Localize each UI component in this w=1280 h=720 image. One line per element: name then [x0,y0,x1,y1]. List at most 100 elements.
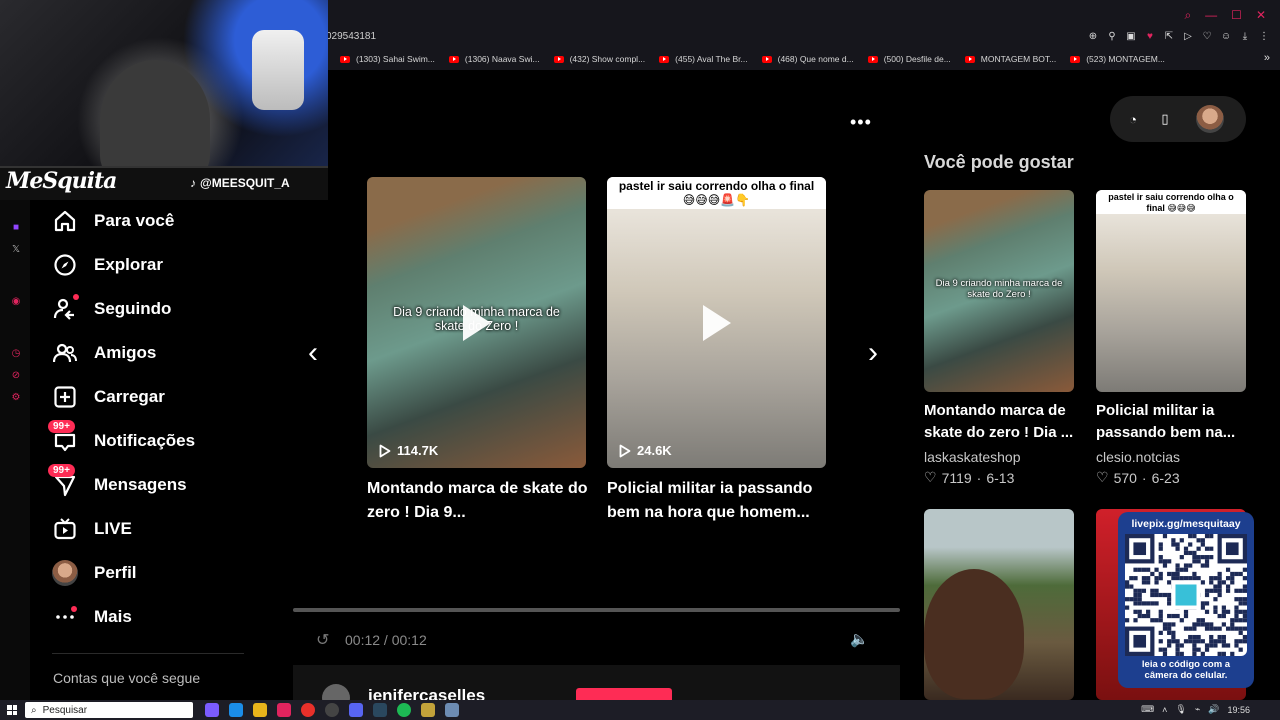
minimize-icon[interactable]: — [1205,8,1217,23]
divider [52,653,244,654]
recommendation-title[interactable]: Montando marca de skate do zero ! Dia ..… [924,400,1084,444]
share-icon[interactable]: ⇱ [1163,30,1175,42]
obs-icon[interactable] [325,703,339,717]
youtube-icon [659,55,670,63]
video-title[interactable]: Montando marca de skate do zero ! Dia 9.… [367,477,589,525]
sidebar-item-mensagens[interactable]: 99+ Mensagens [48,464,187,499]
bookmark[interactable]: (1306) Naava Swi... [448,54,540,64]
youtube-icon [448,55,459,63]
view-count: 24.6K [619,443,672,458]
taskbar-search[interactable]: ⌕ Pesquisar [25,702,193,718]
tiktok-icon[interactable]: ◔ [1124,110,1142,128]
pin-icon[interactable]: ⚲ [1106,30,1118,42]
app-icon[interactable] [445,703,459,717]
bookmark[interactable]: (500) Desfile de... [867,54,951,64]
discord-icon[interactable] [349,703,363,717]
play-icon[interactable] [702,304,731,341]
twitch-icon[interactable]: ■ [10,222,22,234]
following-accounts-header: Contas que você segue [53,670,201,686]
sidebar-item-notificacoes[interactable]: 99+ Notificações [48,420,195,455]
bookmark[interactable]: MONTAGEM BOT... [964,54,1056,64]
app-icon[interactable] [421,703,435,717]
bookmark[interactable]: (468) Que nome d... [761,54,854,64]
download-icon[interactable]: ⤓ [1239,30,1251,42]
close-icon[interactable]: ✕ [1256,8,1266,23]
more-icon [52,604,78,630]
record-icon[interactable]: ◉ [10,296,22,308]
sidebar-item-seguindo[interactable]: Seguindo [52,294,171,323]
recommendation-thumbnail[interactable] [924,509,1074,700]
heart-icon: ♡ [924,469,937,485]
sidebar-item-carregar[interactable]: Carregar [52,383,165,411]
recommendation-thumbnail[interactable]: pastel ir saiu correndo olha o final 😅😅😅 [1096,190,1246,392]
sidebar-item-explorar[interactable]: Explorar [52,251,163,279]
bookmark[interactable]: (523) MONTAGEM... [1070,54,1165,64]
compass-icon [52,252,78,278]
qr-url: livepix.gg/mesquitaay [1131,518,1241,530]
sidebar-item-live[interactable]: LIVE [52,515,132,543]
x-icon[interactable]: 𝕏 [10,244,22,256]
replay-icon[interactable]: ↺ [316,630,329,650]
recommendation-thumbnail[interactable]: Dia 9 criando minha marca de skate do Ze… [924,190,1074,392]
maximize-icon[interactable]: ☐ [1231,8,1242,23]
sidebar-item-perfil[interactable]: Perfil [52,559,137,587]
sidebar-item-amigos[interactable]: Amigos [52,339,156,367]
video-card[interactable]: pastel ir saiu correndo olha o final 😅😅😅… [607,177,826,468]
steam-icon[interactable] [373,703,387,717]
play-icon[interactable] [462,304,491,341]
volume-icon[interactable]: 🔊 [1208,704,1219,715]
playback-time: 00:12 / 00:12 [345,632,427,648]
clock-icon[interactable]: ◷ [10,348,22,360]
play-icon[interactable]: ▷ [1182,30,1194,42]
notification-dot [73,294,79,300]
notification-dot [71,606,77,612]
sidebar: Para você Explorar Seguindo Amigos Carre… [30,200,292,700]
spotify-icon[interactable] [397,703,411,717]
recommendation-author[interactable]: clesio.notcias [1096,449,1180,465]
chevron-left-icon[interactable]: ‹ [308,336,318,370]
live-icon [52,516,78,542]
bookmark[interactable]: (432) Show compl... [553,54,645,64]
volume-icon[interactable]: 🔈 [850,630,869,648]
bookmark[interactable]: (455) Aval The Br... [659,54,748,64]
chevron-up-icon[interactable]: ˄ [1162,705,1167,715]
snapshot-icon[interactable]: ▣ [1125,30,1137,42]
bookmark[interactable]: (1303) Sahai Swim... [340,54,435,64]
browser-icon[interactable] [277,703,291,717]
folder-icon[interactable] [253,703,267,717]
search-icon: ⌕ [31,704,37,716]
chevron-right-icon[interactable]: › [868,336,878,370]
home-icon [52,208,78,234]
link-icon[interactable]: ⊘ [10,370,22,382]
sidebar-item-mais[interactable]: Mais [52,603,132,631]
record-icon[interactable] [301,703,315,717]
sidebar-item-para-voce[interactable]: Para você [52,207,174,235]
video-card[interactable]: Dia 9 criando minha marca de skate do Ze… [367,177,586,468]
edge-icon[interactable] [229,703,243,717]
chevron-right-icon[interactable]: » [1264,52,1270,64]
zoom-icon[interactable]: ⊕ [1087,30,1099,42]
microphone-image [252,30,304,110]
mic-icon[interactable]: 🎙 [1175,704,1186,715]
account-icon[interactable]: ☺ [1220,30,1232,42]
heart-icon[interactable]: ♡ [1201,30,1213,42]
more-options-icon[interactable]: ••• [850,112,872,133]
shield-icon[interactable]: ♥ [1144,30,1156,42]
face-image [924,569,1024,699]
search-icon[interactable]: ⌕ [1184,8,1191,23]
keyboard-icon[interactable]: ⌨ [1141,704,1154,715]
window-controls: ⌕ — ☐ ✕ [1184,8,1266,23]
windows-start-icon[interactable] [7,705,17,715]
recommendation-title[interactable]: Policial militar ia passando bem na... [1096,400,1256,444]
network-icon[interactable]: ⌁ [1195,704,1200,715]
progress-bar[interactable] [293,608,900,612]
app-icon[interactable] [205,703,219,717]
video-title[interactable]: Policial militar ia passando bem na hora… [607,477,829,525]
url-fragment[interactable]: 029543181 [326,31,376,42]
gear-icon[interactable]: ⚙ [10,392,22,404]
menu-icon[interactable]: ⋮ [1258,30,1270,42]
avatar[interactable] [1196,105,1224,133]
video-overlay-text: pastel ir saiu correndo olha o final 😅😅😅… [607,177,826,209]
phone-icon[interactable]: ▯ [1156,110,1174,128]
recommendation-author[interactable]: laskaskateshop [924,449,1021,465]
